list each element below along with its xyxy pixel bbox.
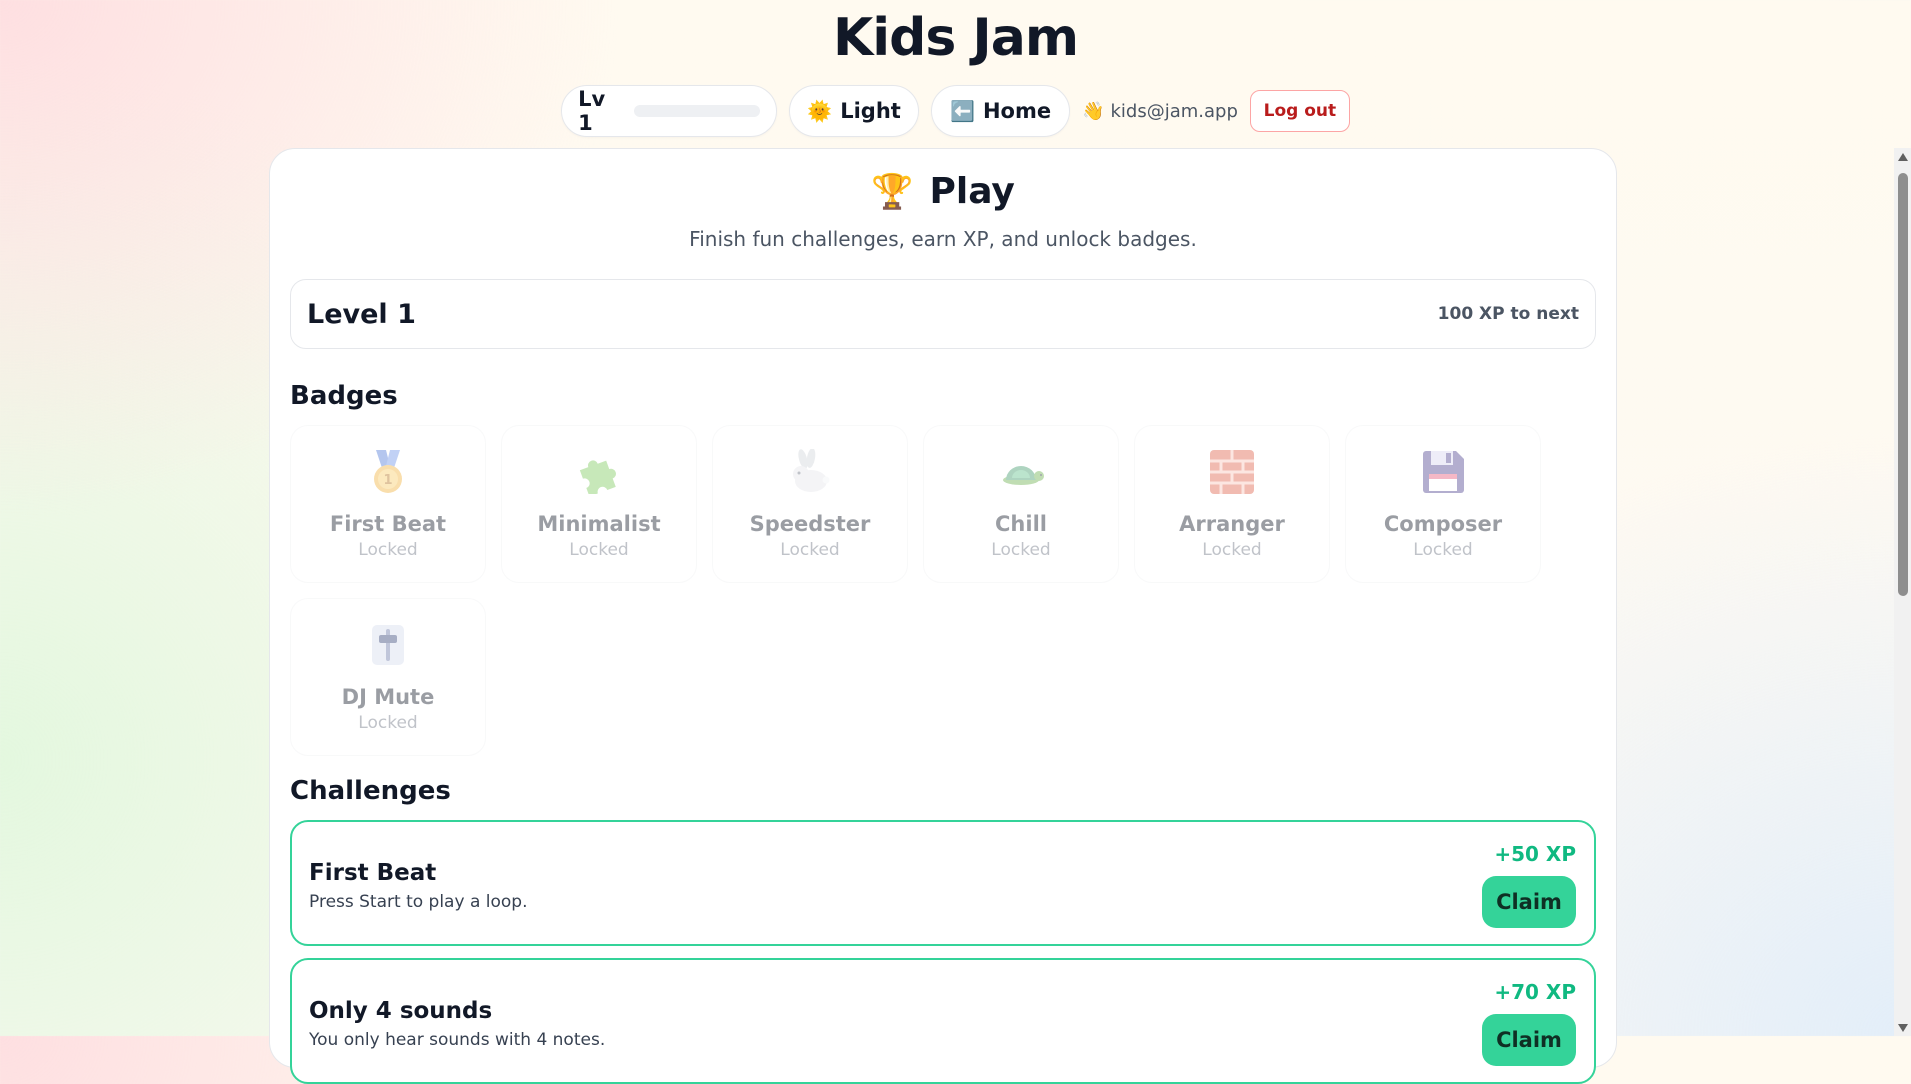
play-subtitle: Finish fun challenges, earn XP, and unlo…	[689, 227, 1197, 251]
badge-dj-mute: DJ Mute Locked	[290, 598, 486, 756]
badge-status: Locked	[1202, 540, 1262, 560]
badge-arranger: Arranger Locked	[1134, 425, 1330, 583]
challenge-xp: +70 XP	[1494, 980, 1576, 1004]
badge-status: Locked	[358, 540, 418, 560]
home-button[interactable]: ⬅️ Home	[931, 85, 1071, 137]
badges-heading: Badges	[290, 381, 398, 411]
scroll-thumb[interactable]	[1898, 173, 1908, 596]
theme-label: Light	[840, 99, 901, 123]
level-progress-bar	[634, 105, 761, 117]
bricks-icon	[1135, 448, 1329, 496]
level-label: Lv 1	[578, 87, 606, 135]
logout-button[interactable]: Log out	[1249, 90, 1350, 132]
turtle-icon	[924, 448, 1118, 496]
sun-face-icon: 🌞	[807, 99, 833, 123]
challenge-xp: +50 XP	[1494, 842, 1576, 866]
level-pill: Lv 1	[561, 85, 778, 137]
app-title: Kids Jam	[832, 8, 1079, 68]
top-bar: Lv 1 🌞 Light ⬅️ Home 👋 kids@jam.app Log …	[0, 84, 1911, 138]
challenge-desc: Press Start to play a loop.	[309, 892, 528, 912]
badge-composer: Composer Locked	[1345, 425, 1541, 583]
medal-icon: 1	[291, 448, 485, 496]
scroll-down-arrow-icon[interactable]	[1894, 1019, 1911, 1036]
floppy-disk-icon	[1346, 448, 1540, 496]
fader-icon	[291, 621, 485, 669]
challenges-heading: Challenges	[290, 776, 451, 806]
badge-speedster: Speedster Locked	[712, 425, 908, 583]
level-card-next: 100 XP to next	[1437, 304, 1579, 324]
play-title-text: Play	[929, 171, 1015, 212]
user-info: 👋 kids@jam.app	[1082, 101, 1238, 122]
puzzle-icon	[502, 448, 696, 496]
home-label: Home	[982, 99, 1052, 123]
badge-status: Locked	[358, 713, 418, 733]
badge-name: Composer	[1383, 512, 1503, 536]
badge-name: Chill	[995, 512, 1047, 536]
rabbit-icon	[713, 448, 907, 496]
challenge-card: First Beat Press Start to play a loop. +…	[290, 820, 1596, 946]
claim-button[interactable]: Claim	[1482, 1014, 1576, 1066]
waving-hand-icon: 👋	[1082, 100, 1105, 122]
claim-button[interactable]: Claim	[1482, 876, 1576, 928]
badge-minimalist: Minimalist Locked	[501, 425, 697, 583]
challenge-desc: You only hear sounds with 4 notes.	[309, 1030, 606, 1050]
badge-name: DJ Mute	[341, 685, 435, 709]
badge-status: Locked	[569, 540, 629, 560]
challenge-card: Only 4 sounds You only hear sounds with …	[290, 958, 1596, 1084]
play-panel: 🏆 Play Finish fun challenges, earn XP, a…	[269, 148, 1617, 1084]
back-arrow-icon: ⬅️	[950, 99, 975, 123]
badge-chill: Chill Locked	[923, 425, 1119, 583]
badge-status: Locked	[780, 540, 840, 560]
play-title: 🏆 Play	[270, 171, 1616, 212]
trophy-icon: 🏆	[871, 171, 914, 212]
badge-status: Locked	[991, 540, 1051, 560]
badge-name: First Beat	[329, 512, 447, 536]
badge-status: Locked	[1413, 540, 1473, 560]
challenge-title: First Beat	[309, 860, 437, 886]
challenge-title: Only 4 sounds	[309, 998, 493, 1024]
scroll-up-arrow-icon[interactable]	[1894, 148, 1911, 165]
page-scrollbar[interactable]	[1894, 148, 1911, 1036]
user-email: kids@jam.app	[1110, 100, 1238, 122]
theme-toggle-button[interactable]: 🌞 Light	[789, 85, 920, 137]
badge-first-beat: 1 First Beat Locked	[290, 425, 486, 583]
badge-name: Minimalist	[537, 512, 661, 536]
svg-text:1: 1	[383, 473, 392, 488]
level-card: Level 1 100 XP to next	[290, 279, 1596, 349]
badge-name: Speedster	[749, 512, 871, 536]
badge-name: Arranger	[1179, 512, 1285, 536]
level-card-title: Level 1	[307, 298, 416, 330]
